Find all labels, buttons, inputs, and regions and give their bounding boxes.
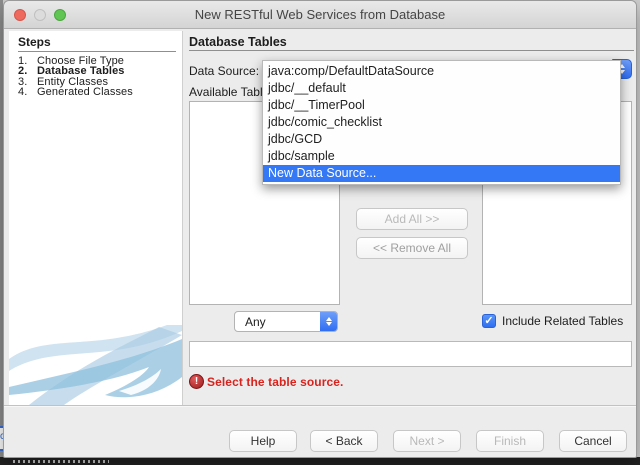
table-source-field[interactable] <box>189 341 632 367</box>
checkmark-icon: ✓ <box>484 315 493 327</box>
table-filter-combo[interactable]: Any <box>234 311 338 332</box>
dropdown-item-jdbc-comic-checklist[interactable]: jdbc/comic_checklist <box>263 114 620 131</box>
step-label: Generated Classes <box>37 87 133 97</box>
page-title-underline <box>189 50 634 51</box>
finish-button[interactable]: Finish <box>476 430 544 452</box>
chevron-up-icon <box>326 317 332 321</box>
dropdown-item-new-data-source[interactable]: New Data Source... <box>263 165 620 182</box>
steps-sidebar: Steps 1. Choose File Type 2. Database Ta… <box>9 31 183 405</box>
steps-list: 1. Choose File Type 2. Database Tables 3… <box>18 56 133 98</box>
next-button[interactable]: Next > <box>393 430 461 452</box>
dropdown-item-jdbc-timerpool[interactable]: jdbc/__TimerPool <box>263 97 620 114</box>
steps-underline <box>18 51 176 52</box>
background-window-strip <box>0 457 640 465</box>
include-related-checkbox[interactable]: ✓ <box>482 314 496 328</box>
dropdown-item-default-datasource[interactable]: java:comp/DefaultDataSource <box>263 63 620 80</box>
error-icon: ! <box>189 374 204 389</box>
data-source-label: Data Source: <box>189 64 259 78</box>
dropdown-item-jdbc-default[interactable]: jdbc/__default <box>263 80 620 97</box>
back-button[interactable]: < Back <box>310 430 378 452</box>
titlebar[interactable]: New RESTful Web Services from Database <box>4 1 636 29</box>
error-message-row: ! Select the table source. <box>189 374 343 389</box>
steps-header: Steps <box>18 35 51 49</box>
footer-separator <box>4 405 636 406</box>
include-related-label: Include Related Tables <box>502 314 623 328</box>
help-button[interactable]: Help <box>229 430 297 452</box>
wizard-dialog: New RESTful Web Services from Database S… <box>3 0 637 458</box>
dropdown-item-jdbc-gcd[interactable]: jdbc/GCD <box>263 131 620 148</box>
add-all-button[interactable]: Add All >> <box>356 208 468 230</box>
table-filter-value: Any <box>245 315 266 329</box>
window-title: New RESTful Web Services from Database <box>4 7 636 22</box>
wizard-watermark-graphic <box>9 325 182 405</box>
dropdown-item-jdbc-sample[interactable]: jdbc/sample <box>263 148 620 165</box>
step-generated-classes: 4. Generated Classes <box>18 87 133 97</box>
desktop-background: c New RESTful Web Services from Database… <box>0 0 640 465</box>
chevron-down-icon <box>326 322 332 326</box>
background-window-dots <box>13 460 109 463</box>
data-source-dropdown: java:comp/DefaultDataSource jdbc/__defau… <box>262 60 621 185</box>
error-text: Select the table source. <box>207 375 343 389</box>
table-filter-combo-stepper[interactable] <box>320 312 337 331</box>
page-title: Database Tables <box>189 35 287 49</box>
cancel-button[interactable]: Cancel <box>559 430 627 452</box>
remove-all-button[interactable]: << Remove All <box>356 237 468 259</box>
